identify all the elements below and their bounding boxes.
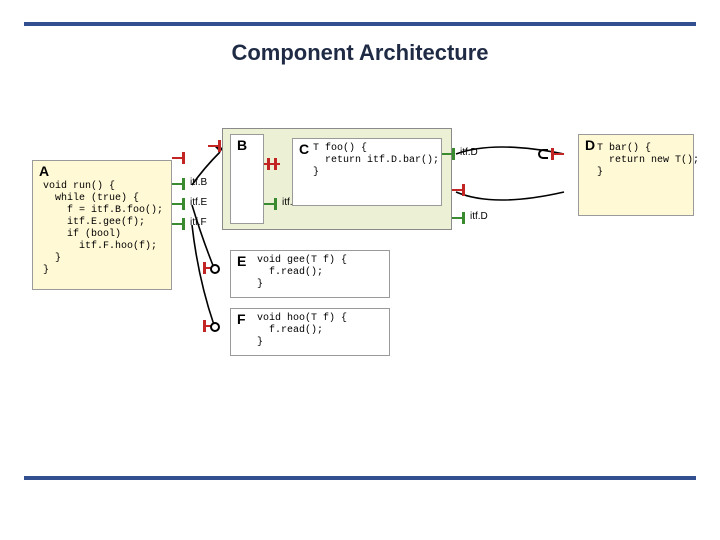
component-f-lollipop [210, 322, 220, 332]
component-e-label: E [237, 253, 246, 269]
component-a-port-itf-b: itf.B [172, 178, 192, 190]
component-a-code: void run() { while (true) { f = itf.B.fo… [43, 181, 163, 277]
component-a-port-provided [172, 152, 192, 164]
page-title: Component Architecture [0, 40, 720, 66]
component-a: A void run() { while (true) { f = itf.B.… [32, 160, 172, 290]
bottom-rule [24, 476, 696, 480]
component-e-code: void gee(T f) { f.read(); } [257, 255, 347, 291]
top-rule [24, 22, 696, 26]
component-a-label: A [39, 163, 49, 179]
group-bc-port-right-itf-d: itf.D [452, 212, 472, 224]
component-f-code: void hoo(T f) { f.read(); } [257, 313, 347, 349]
component-a-port-itf-e: itf.E [172, 198, 192, 210]
component-c: C T foo() { return itf.D.bar(); } [292, 138, 442, 206]
group-bc-port-right-red [452, 184, 472, 196]
component-c-label: C [299, 141, 309, 157]
component-d-label: D [585, 137, 595, 153]
component-d: D T bar() { return new T(); } [578, 134, 694, 216]
component-e: E void gee(T f) { f.read(); } [230, 250, 390, 298]
component-c-port-itf-d: itf.D [442, 148, 462, 160]
component-b-port-itf-b: itf.B [264, 198, 284, 210]
component-b: B [230, 134, 264, 224]
component-d-code: T bar() { return new T(); } [597, 143, 699, 179]
component-b-label: B [237, 137, 247, 153]
component-c-port-provided [260, 158, 280, 170]
diagram-stage: A void run() { while (true) { f = itf.B.… [24, 118, 696, 438]
component-f: F void hoo(T f) { f.read(); } [230, 308, 390, 356]
component-a-port-itf-f: itf.F [172, 218, 192, 230]
component-f-label: F [237, 311, 246, 327]
group-bc-port-top [208, 140, 228, 152]
component-c-code: T foo() { return itf.D.bar(); } [313, 143, 439, 179]
component-d-port-provided [544, 148, 564, 160]
component-e-lollipop [210, 264, 220, 274]
